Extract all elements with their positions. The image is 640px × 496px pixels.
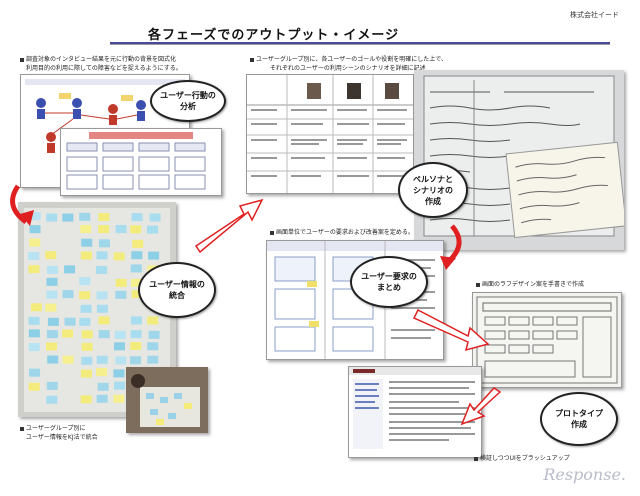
arrow-integration-to-persona xyxy=(194,198,264,254)
response-watermark: Response. xyxy=(543,465,626,484)
arrowhead-persona-to-requirements xyxy=(440,256,456,270)
arrow-design-to-prototype xyxy=(460,387,502,426)
arrow-persona-to-requirements xyxy=(446,224,462,264)
arrow-requirements-to-design xyxy=(412,308,490,352)
flow-arrows xyxy=(10,184,502,426)
